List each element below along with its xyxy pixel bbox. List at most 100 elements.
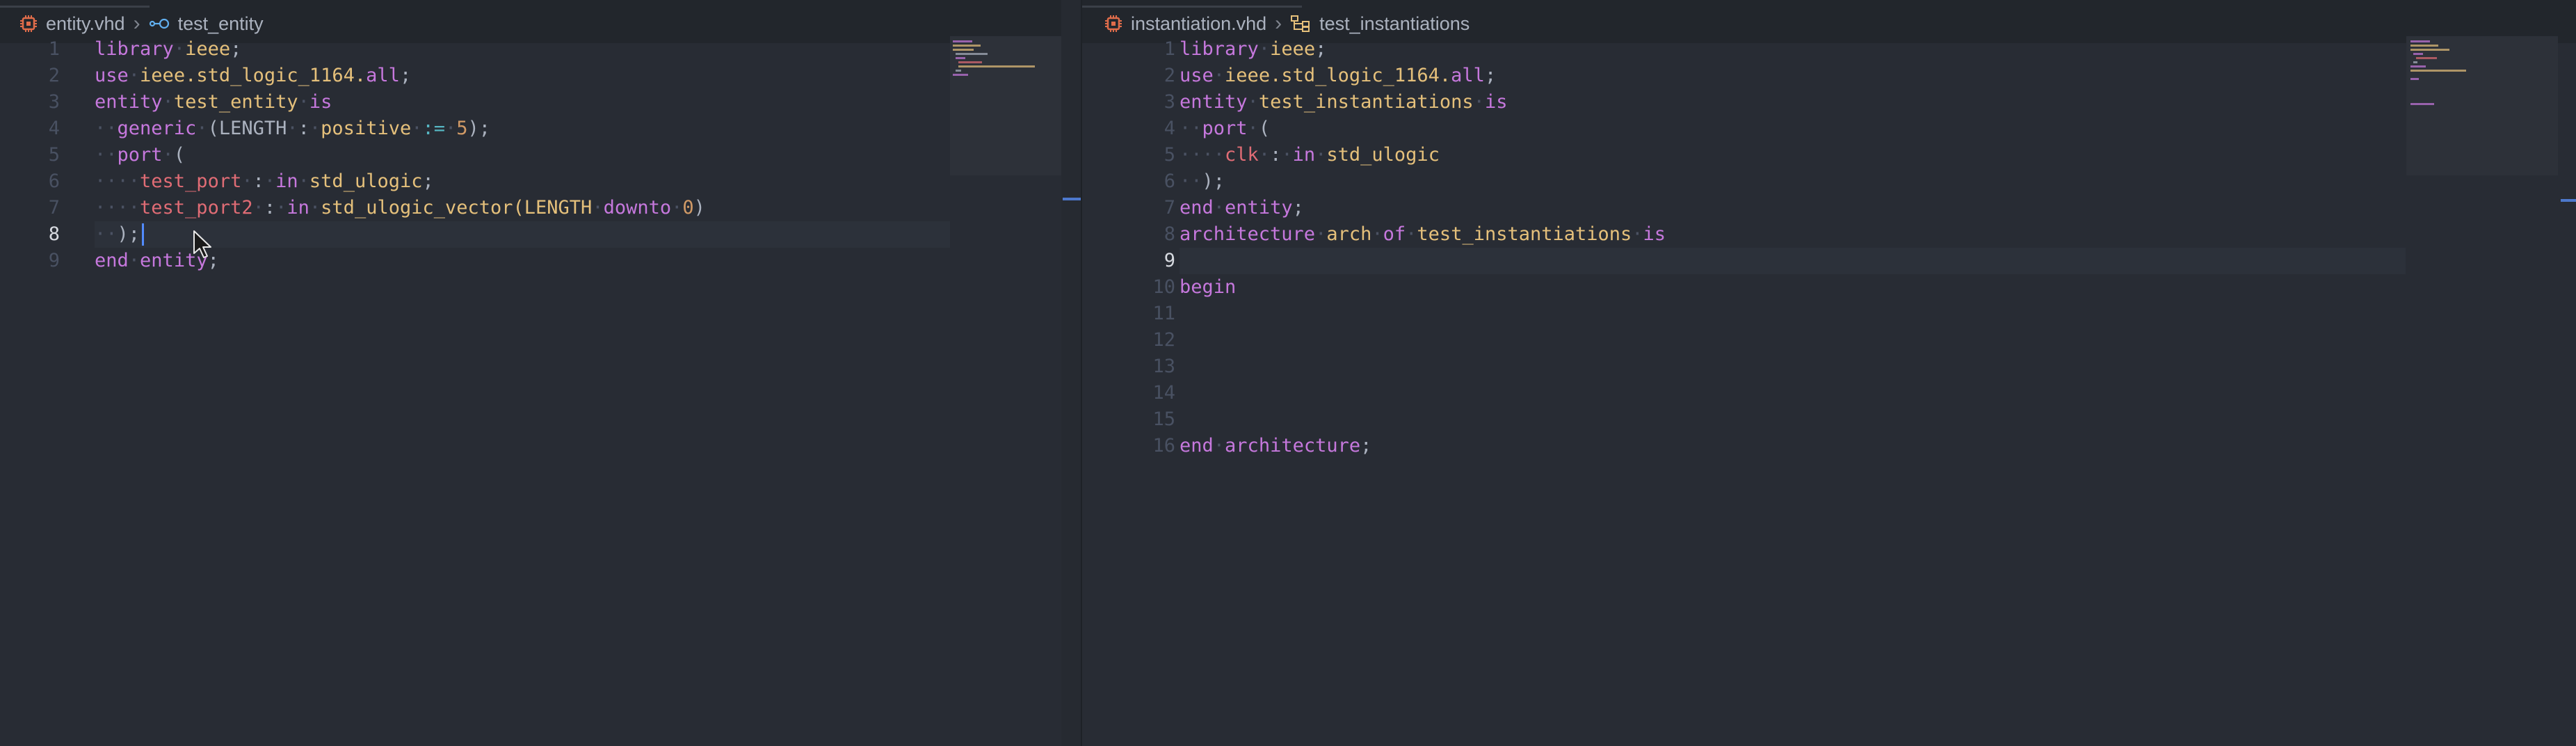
code-line[interactable]: 11 <box>1082 301 2576 327</box>
code-token: ·· <box>1180 118 1202 139</box>
code-text[interactable]: begin <box>1180 274 1236 301</box>
line-number: 2 <box>48 65 60 86</box>
editor-splitter[interactable] <box>1061 0 1082 746</box>
code-line[interactable]: 5 ··port·( <box>0 142 1061 168</box>
code-token: ); <box>467 118 491 139</box>
code-token: ( <box>173 144 186 166</box>
right-editor-pane[interactable]: instantiation.vhd › test_instantiations … <box>1082 0 2576 746</box>
line-number: 2 <box>1164 65 1175 86</box>
code-token: ; <box>422 170 434 192</box>
code-token: : <box>252 170 264 192</box>
code-token: ); <box>117 223 140 245</box>
code-text[interactable]: entity·test_entity·is <box>95 89 332 116</box>
code-token: (LENGTH <box>207 118 287 139</box>
code-token: · <box>411 118 423 139</box>
code-line[interactable]: 4 ··generic·(LENGTH·:·positive·:=·5); <box>0 116 1061 142</box>
code-text[interactable]: ··); <box>95 221 140 248</box>
code-text[interactable]: use·ieee.std_logic_1164.all; <box>95 63 411 89</box>
code-text[interactable]: ··); <box>1180 168 1225 195</box>
code-token: · <box>298 170 309 192</box>
code-line[interactable]: 14 <box>1082 380 2576 406</box>
code-token: ·· <box>95 144 118 166</box>
code-text[interactable]: end·architecture; <box>1180 433 1371 459</box>
code-token: · <box>1281 144 1293 166</box>
code-text[interactable]: ··generic·(LENGTH·:·positive·:=·5); <box>95 116 490 142</box>
code-token: · <box>445 118 457 139</box>
left-code-editor[interactable]: 1 library·ieee; 2 use·ieee.std_logic_1164.a… <box>0 36 1061 746</box>
right-tab-indicator <box>1082 6 1302 8</box>
code-line[interactable]: 9 <box>1164 248 2406 274</box>
code-token: · <box>1258 144 1271 166</box>
code-line[interactable]: 3 entity·test_entity·is <box>0 89 1061 116</box>
code-line[interactable]: 6 ··); <box>1082 168 2576 195</box>
code-text[interactable]: ····clk·:·in·std_ulogic <box>1180 142 1440 168</box>
code-token: ( <box>1258 118 1271 139</box>
code-token: · <box>1473 91 1485 113</box>
code-line[interactable]: 5 ····clk·:·in·std_ulogic <box>1082 142 2576 168</box>
code-token: · <box>1213 197 1225 219</box>
code-text[interactable]: library·ieee; <box>1180 36 1326 63</box>
line-number: 8 <box>48 223 60 245</box>
code-line[interactable]: 2 use·ieee.std_logic_1164.all; <box>0 63 1061 89</box>
right-breadcrumb: instantiation.vhd › test_instantiations <box>1104 10 1470 38</box>
code-token: all <box>366 65 400 86</box>
code-token: use <box>1180 65 1214 86</box>
right-code-editor[interactable]: 1 library·ieee; 2 use·ieee.std_logic_1164.a… <box>1082 36 2576 746</box>
code-line[interactable]: 13 <box>1082 354 2576 380</box>
code-line[interactable]: 8 ··); <box>49 221 950 248</box>
code-text[interactable]: architecture·arch·of·test_instantiations… <box>1180 221 1666 248</box>
code-line[interactable]: 16 end·architecture; <box>1082 433 2576 459</box>
left-minimap[interactable] <box>950 36 1061 175</box>
code-token: generic <box>117 118 197 139</box>
code-token: ; <box>399 65 412 86</box>
code-text[interactable]: entity·test_instantiations·is <box>1180 89 1507 116</box>
code-text[interactable]: use·ieee.std_logic_1164.all; <box>1180 63 1496 89</box>
code-line[interactable]: 8 architecture·arch·of·test_instantiation… <box>1082 221 2576 248</box>
code-line[interactable]: 6 ····test_port·:·in·std_ulogic; <box>0 168 1061 195</box>
code-token: std_ulogic_vector(LENGTH <box>321 197 593 219</box>
code-line[interactable]: 1 library·ieee; <box>0 36 1061 63</box>
right-minimap[interactable] <box>2406 36 2558 175</box>
code-token: ieee <box>1270 38 1316 60</box>
code-token: test_port2 <box>140 197 253 219</box>
breadcrumb-file[interactable]: entity.vhd <box>46 13 125 35</box>
code-token: library <box>95 38 174 60</box>
code-token: positive <box>321 118 412 139</box>
code-line[interactable]: 12 <box>1082 327 2576 354</box>
code-token: architecture <box>1225 435 1361 457</box>
code-text[interactable]: end·entity; <box>1180 195 1304 221</box>
code-line[interactable]: 10 begin <box>1082 274 2576 301</box>
code-text[interactable]: ····test_port·:·in·std_ulogic; <box>95 168 434 195</box>
code-line[interactable]: 7 end·entity; <box>1082 195 2576 221</box>
code-line[interactable]: 9 end·entity; <box>0 248 1061 274</box>
code-line[interactable]: 15 <box>1082 406 2576 433</box>
code-token: clk <box>1225 144 1259 166</box>
code-token: · <box>309 118 321 139</box>
code-line[interactable]: 2 use·ieee.std_logic_1164.all; <box>1082 63 2576 89</box>
line-number: 5 <box>1164 144 1175 166</box>
code-text[interactable]: ····test_port2·:·in·std_ulogic_vector(LE… <box>95 195 705 221</box>
left-editor-pane[interactable]: entity.vhd › test_entity 1 library·ieee; 2… <box>0 0 1061 746</box>
code-line[interactable]: 3 entity·test_instantiations·is <box>1082 89 2576 116</box>
code-line[interactable]: 7 ····test_port2·:·in·std_ulogic_vector(L… <box>0 195 1061 221</box>
line-number: 7 <box>1164 197 1175 219</box>
code-token: ·· <box>95 223 118 245</box>
line-number: 9 <box>1164 250 1175 271</box>
code-token: · <box>128 250 140 271</box>
code-token: port <box>1202 118 1248 139</box>
breadcrumb-symbol[interactable]: test_instantiations <box>1319 13 1470 35</box>
mouse-pointer-icon <box>193 230 214 263</box>
code-token: ieee.std_logic_1164. <box>140 65 367 86</box>
code-text[interactable]: ··port·( <box>95 142 185 168</box>
left-tab-indicator <box>0 6 150 8</box>
code-line[interactable]: 1 library·ieee; <box>1082 36 2576 63</box>
breadcrumb-symbol[interactable]: test_entity <box>178 13 264 35</box>
code-text[interactable]: library·ieee; <box>95 36 241 63</box>
breadcrumb-file[interactable]: instantiation.vhd <box>1131 13 1266 35</box>
code-line[interactable]: 4 ··port·( <box>1082 116 2576 142</box>
code-token: · <box>128 65 140 86</box>
code-text[interactable]: ··port·( <box>1180 116 1270 142</box>
code-token: · <box>1247 91 1259 113</box>
chevron-right-icon: › <box>133 12 140 35</box>
code-token: · <box>1213 65 1225 86</box>
